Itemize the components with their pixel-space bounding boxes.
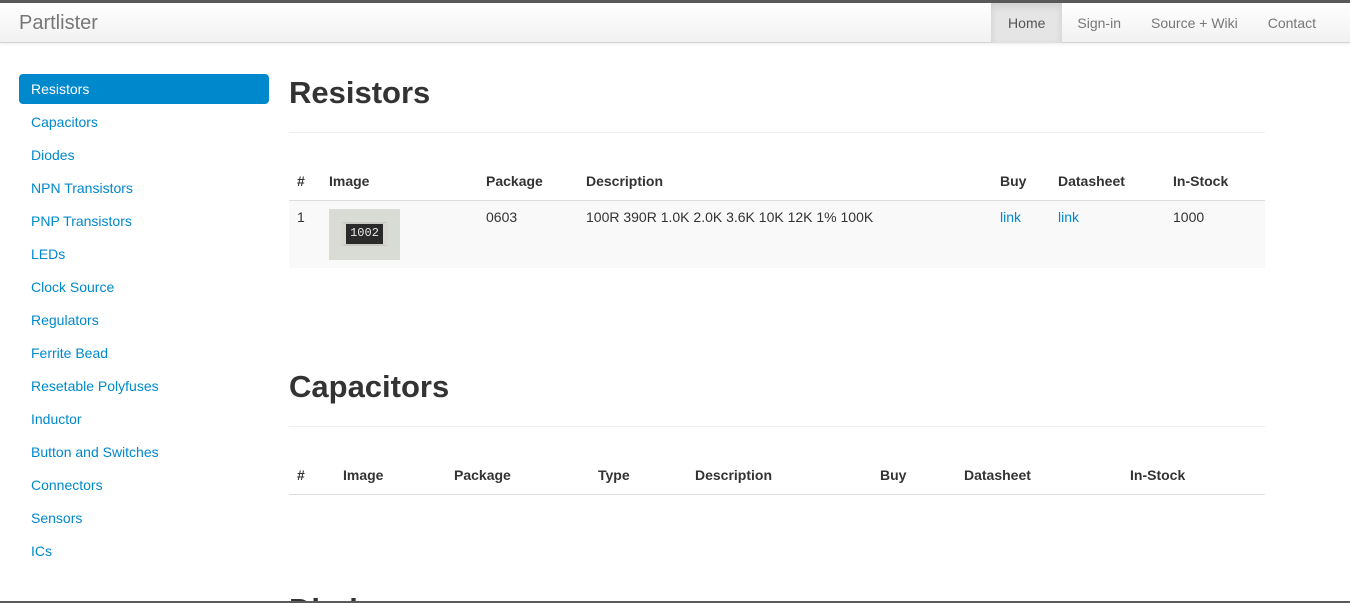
divider [289, 132, 1265, 133]
sidebar-item-inductor[interactable]: Inductor [19, 404, 269, 437]
sidebar-item-npn-transistors[interactable]: NPN Transistors [19, 173, 269, 206]
brand-link[interactable]: Partlister [19, 12, 98, 35]
section-title-capacitors: Capacitors [289, 369, 450, 404]
sidebar: Resistors Capacitors Diodes NPN Transist… [19, 74, 269, 569]
row-package: 0603 [478, 200, 578, 268]
divider [289, 426, 1265, 427]
nav-contact[interactable]: Contact [1253, 3, 1331, 43]
col-header-package: Package [446, 456, 590, 495]
capacitors-table: # Image Package Type Description Buy Dat… [289, 456, 1265, 495]
row-buy-cell: link [992, 200, 1050, 268]
col-header-package: Package [478, 162, 578, 201]
navbar: Partlister Home Sign-in Source + Wiki Co… [0, 3, 1350, 43]
sidebar-item-regulators[interactable]: Regulators [19, 305, 269, 338]
col-header-datasheet: Datasheet [956, 456, 1122, 495]
col-header-image: Image [321, 162, 478, 201]
sidebar-item-capacitors[interactable]: Capacitors [19, 107, 269, 140]
col-header-type: Type [590, 456, 687, 495]
section-title-resistors: Resistors [289, 75, 431, 110]
col-header-buy: Buy [872, 456, 956, 495]
sidebar-item-leds[interactable]: LEDs [19, 239, 269, 272]
row-in-stock: 1000 [1165, 200, 1265, 268]
col-header-image: Image [335, 456, 446, 495]
col-header-buy: Buy [992, 162, 1050, 201]
row-num: 1 [289, 200, 321, 268]
nav-home[interactable]: Home [991, 3, 1063, 43]
col-header-in-stock: In-Stock [1165, 162, 1265, 201]
nav-source-wiki[interactable]: Source + Wiki [1136, 3, 1253, 43]
sidebar-item-ics[interactable]: ICs [19, 536, 269, 569]
sidebar-item-resetable-polyfuses[interactable]: Resetable Polyfuses [19, 371, 269, 404]
col-header-datasheet: Datasheet [1050, 162, 1165, 201]
row-description: 100R 390R 1.0K 2.0K 3.6K 10K 12K 1% 100K [578, 200, 992, 268]
buy-link[interactable]: link [1000, 209, 1021, 225]
sidebar-item-sensors[interactable]: Sensors [19, 503, 269, 536]
col-header-description: Description [578, 162, 992, 201]
sidebar-item-resistors[interactable]: Resistors [19, 74, 269, 104]
table-row: 1 1002 0603 100R 390R 1.0K 2.0K 3.6K 10K… [289, 200, 1265, 268]
nav-menu: Home Sign-in Source + Wiki Contact [991, 3, 1331, 43]
row-image-cell: 1002 [321, 200, 478, 268]
nav-sign-in[interactable]: Sign-in [1062, 3, 1136, 43]
sidebar-item-connectors[interactable]: Connectors [19, 470, 269, 503]
sidebar-item-button-and-switches[interactable]: Button and Switches [19, 437, 269, 470]
datasheet-link[interactable]: link [1058, 209, 1079, 225]
col-header-in-stock: In-Stock [1122, 456, 1265, 495]
sidebar-item-clock-source[interactable]: Clock Source [19, 272, 269, 305]
resistors-table: # Image Package Description Buy Datashee… [289, 162, 1265, 268]
sidebar-item-diodes[interactable]: Diodes [19, 140, 269, 173]
col-header-num: # [289, 162, 321, 201]
col-header-description: Description [687, 456, 872, 495]
sidebar-item-pnp-transistors[interactable]: PNP Transistors [19, 206, 269, 239]
col-header-num: # [289, 456, 335, 495]
row-datasheet-cell: link [1050, 200, 1165, 268]
sidebar-item-ferrite-bead[interactable]: Ferrite Bead [19, 338, 269, 371]
resistor-image: 1002 [329, 208, 400, 260]
